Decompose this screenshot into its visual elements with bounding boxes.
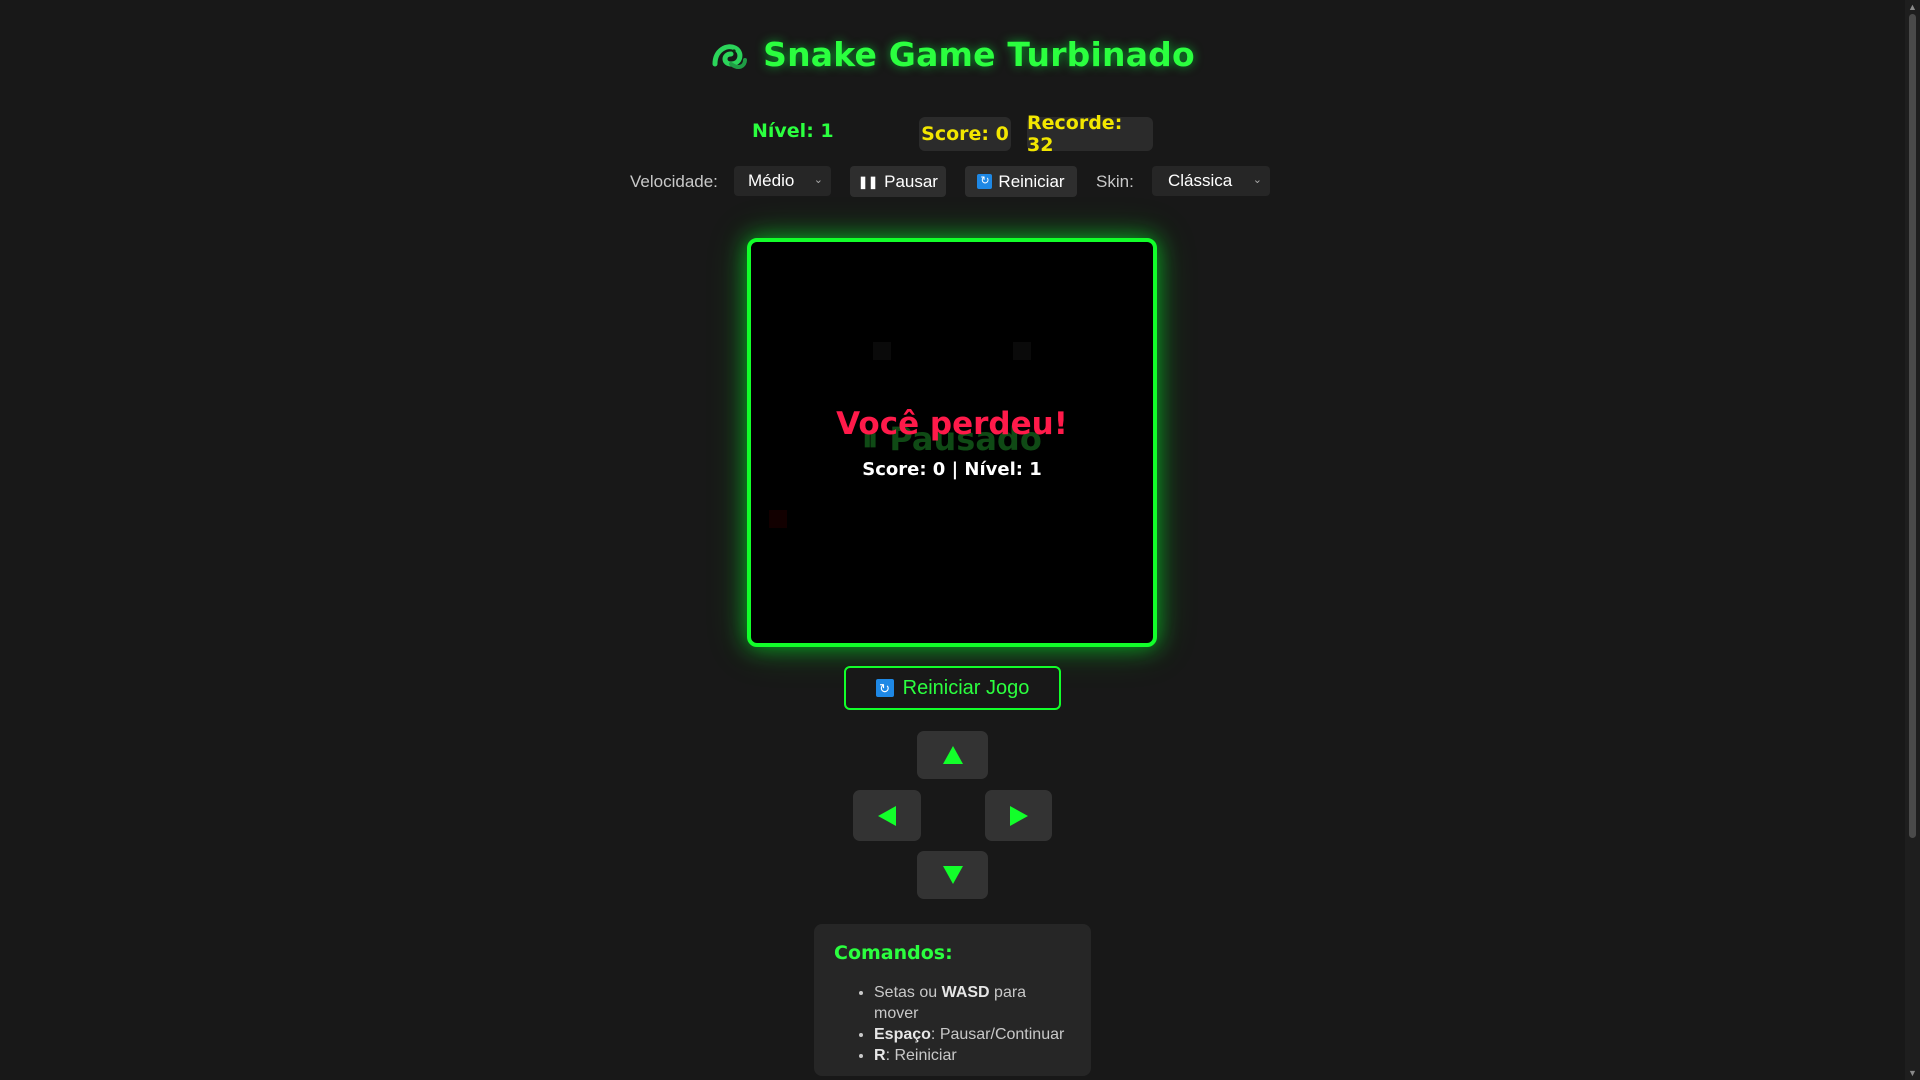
- header: Snake Game Turbinado: [0, 34, 1904, 74]
- pause-icon: ❚❚: [858, 174, 879, 189]
- game-board[interactable]: ⏸ Pausado Você perdeu! Score: 0 | Nível:…: [747, 238, 1157, 647]
- dpad-right-button[interactable]: [985, 790, 1052, 841]
- grid-cell: [873, 342, 891, 360]
- score-badge: Score: 0: [919, 117, 1011, 151]
- speed-select-value: Médio: [748, 171, 795, 190]
- dpad-up-button[interactable]: [917, 731, 988, 779]
- arrow-right-icon: [1009, 805, 1028, 826]
- commands-list: Setas ou WASD para mover Espaço: Pausar/…: [834, 982, 1071, 1066]
- speed-select[interactable]: Médio ⌄: [734, 166, 831, 196]
- scroll-down-icon[interactable]: ▼: [1908, 1068, 1917, 1078]
- skin-select[interactable]: Clássica ⌄: [1152, 166, 1270, 196]
- level-indicator: Nível: 1: [752, 120, 834, 142]
- dpad-left-button[interactable]: [853, 790, 921, 841]
- grid-cell: [1013, 342, 1031, 360]
- scrollbar-thumb[interactable]: [1909, 14, 1916, 838]
- pause-button-label: Pausar: [884, 171, 938, 191]
- arrow-up-icon: [942, 746, 963, 764]
- commands-title: Comandos:: [834, 942, 953, 964]
- refresh-icon: ↻: [977, 174, 993, 189]
- commands-panel: Comandos: Setas ou WASD para mover Espaç…: [814, 924, 1091, 1076]
- skin-select-value: Clássica: [1168, 171, 1233, 190]
- gameover-title: Você perdeu!: [836, 406, 1068, 442]
- refresh-icon: ↻: [875, 679, 894, 697]
- chevron-down-icon: ⌄: [813, 174, 823, 186]
- list-item: Espaço: Pausar/Continuar: [874, 1024, 1071, 1045]
- arrow-down-icon: [942, 866, 963, 884]
- page: Snake Game Turbinado Nível: 1 Score: 0 R…: [0, 0, 1920, 1080]
- gameover-summary: Score: 0 | Nível: 1: [862, 459, 1042, 480]
- restart-game-button[interactable]: ↻ Reiniciar Jogo: [844, 666, 1061, 710]
- food-cell: [769, 510, 787, 528]
- chevron-down-icon: ⌄: [1252, 174, 1262, 186]
- list-item: Setas ou WASD para mover: [874, 982, 1071, 1024]
- scrollbar[interactable]: ▲ ▼: [1905, 0, 1920, 1080]
- speed-label: Velocidade:: [630, 172, 718, 191]
- list-item: R: Reiniciar: [874, 1045, 1071, 1066]
- restart-button-label: Reiniciar: [998, 171, 1065, 191]
- skin-label: Skin:: [1096, 172, 1134, 191]
- dpad-down-button[interactable]: [917, 851, 988, 899]
- record-badge: Recorde: 32: [1027, 112, 1153, 156]
- scroll-up-icon[interactable]: ▲: [1908, 2, 1917, 12]
- arrow-left-icon: [878, 805, 896, 826]
- restart-game-label: Reiniciar Jogo: [902, 676, 1030, 699]
- snake-icon: [709, 34, 749, 74]
- pause-button[interactable]: ❚❚ Pausar: [850, 166, 946, 197]
- restart-button[interactable]: ↻ Reiniciar: [965, 166, 1077, 197]
- page-title: Snake Game Turbinado: [763, 34, 1195, 74]
